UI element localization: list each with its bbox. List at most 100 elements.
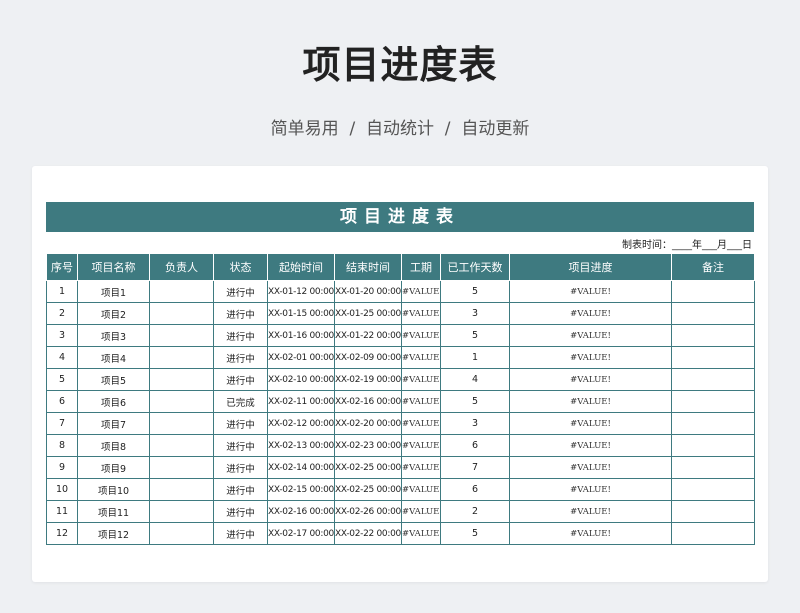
cell-status[interactable]: 进行中 xyxy=(213,280,268,303)
cell-no[interactable]: 9 xyxy=(46,456,78,479)
cell-owner[interactable] xyxy=(149,324,214,347)
cell-owner[interactable] xyxy=(149,456,214,479)
cell-worked-days[interactable]: 6 xyxy=(440,434,510,457)
cell-owner[interactable] xyxy=(149,390,214,413)
cell-worked-days[interactable]: 5 xyxy=(440,280,510,303)
cell-status[interactable]: 进行中 xyxy=(213,368,268,391)
cell-start-time[interactable]: XX-02-10 00:00 xyxy=(267,368,335,391)
cell-project-name[interactable]: 项目5 xyxy=(77,368,150,391)
cell-start-time[interactable]: XX-02-15 00:00 xyxy=(267,478,335,501)
cell-project-name[interactable]: 项目6 xyxy=(77,390,150,413)
cell-progress[interactable]: #VALUE! xyxy=(509,280,672,303)
cell-worked-days[interactable]: 3 xyxy=(440,412,510,435)
column-header-no[interactable]: 序号 xyxy=(46,253,78,281)
cell-project-name[interactable]: 项目1 xyxy=(77,280,150,303)
cell-project-name[interactable]: 项目8 xyxy=(77,434,150,457)
cell-duration[interactable]: #VALUE! xyxy=(401,412,441,435)
column-header-note[interactable]: 备注 xyxy=(671,253,755,281)
cell-owner[interactable] xyxy=(149,522,214,545)
cell-duration[interactable]: #VALUE! xyxy=(401,434,441,457)
cell-start-time[interactable]: XX-02-14 00:00 xyxy=(267,456,335,479)
cell-start-time[interactable]: XX-01-15 00:00 xyxy=(267,302,335,325)
cell-progress[interactable]: #VALUE! xyxy=(509,522,672,545)
cell-no[interactable]: 12 xyxy=(46,522,78,545)
cell-note[interactable] xyxy=(671,522,755,545)
cell-start-time[interactable]: XX-02-16 00:00 xyxy=(267,500,335,523)
cell-worked-days[interactable]: 5 xyxy=(440,390,510,413)
column-header-progress[interactable]: 项目进度 xyxy=(509,253,672,281)
cell-status[interactable]: 进行中 xyxy=(213,434,268,457)
cell-project-name[interactable]: 项目4 xyxy=(77,346,150,369)
cell-no[interactable]: 5 xyxy=(46,368,78,391)
cell-duration[interactable]: #VALUE! xyxy=(401,390,441,413)
cell-no[interactable]: 3 xyxy=(46,324,78,347)
cell-status[interactable]: 进行中 xyxy=(213,346,268,369)
cell-project-name[interactable]: 项目7 xyxy=(77,412,150,435)
cell-duration[interactable]: #VALUE! xyxy=(401,522,441,545)
cell-project-name[interactable]: 项目11 xyxy=(77,500,150,523)
column-header-status[interactable]: 状态 xyxy=(213,253,268,281)
cell-end-time[interactable]: XX-02-26 00:00 xyxy=(334,500,402,523)
cell-worked-days[interactable]: 4 xyxy=(440,368,510,391)
cell-start-time[interactable]: XX-01-12 00:00 xyxy=(267,280,335,303)
cell-progress[interactable]: #VALUE! xyxy=(509,434,672,457)
cell-end-time[interactable]: XX-02-16 00:00 xyxy=(334,390,402,413)
cell-end-time[interactable]: XX-02-23 00:00 xyxy=(334,434,402,457)
cell-owner[interactable] xyxy=(149,302,214,325)
cell-status[interactable]: 进行中 xyxy=(213,522,268,545)
cell-worked-days[interactable]: 2 xyxy=(440,500,510,523)
cell-note[interactable] xyxy=(671,478,755,501)
cell-duration[interactable]: #VALUE! xyxy=(401,346,441,369)
cell-progress[interactable]: #VALUE! xyxy=(509,500,672,523)
cell-start-time[interactable]: XX-02-12 00:00 xyxy=(267,412,335,435)
cell-progress[interactable]: #VALUE! xyxy=(509,368,672,391)
cell-owner[interactable] xyxy=(149,346,214,369)
cell-owner[interactable] xyxy=(149,280,214,303)
cell-end-time[interactable]: XX-02-25 00:00 xyxy=(334,478,402,501)
cell-worked-days[interactable]: 7 xyxy=(440,456,510,479)
cell-note[interactable] xyxy=(671,390,755,413)
cell-no[interactable]: 6 xyxy=(46,390,78,413)
cell-worked-days[interactable]: 5 xyxy=(440,522,510,545)
cell-project-name[interactable]: 项目2 xyxy=(77,302,150,325)
cell-no[interactable]: 10 xyxy=(46,478,78,501)
cell-start-time[interactable]: XX-02-11 00:00 xyxy=(267,390,335,413)
cell-end-time[interactable]: XX-02-19 00:00 xyxy=(334,368,402,391)
cell-start-time[interactable]: XX-01-16 00:00 xyxy=(267,324,335,347)
cell-end-time[interactable]: XX-02-20 00:00 xyxy=(334,412,402,435)
cell-no[interactable]: 7 xyxy=(46,412,78,435)
column-header-owner[interactable]: 负责人 xyxy=(149,253,214,281)
cell-worked-days[interactable]: 3 xyxy=(440,302,510,325)
cell-start-time[interactable]: XX-02-01 00:00 xyxy=(267,346,335,369)
cell-progress[interactable]: #VALUE! xyxy=(509,324,672,347)
cell-duration[interactable]: #VALUE! xyxy=(401,280,441,303)
cell-note[interactable] xyxy=(671,302,755,325)
cell-note[interactable] xyxy=(671,280,755,303)
cell-no[interactable]: 11 xyxy=(46,500,78,523)
cell-duration[interactable]: #VALUE! xyxy=(401,478,441,501)
cell-duration[interactable]: #VALUE! xyxy=(401,324,441,347)
column-header-name[interactable]: 项目名称 xyxy=(77,253,150,281)
cell-status[interactable]: 进行中 xyxy=(213,500,268,523)
cell-progress[interactable]: #VALUE! xyxy=(509,412,672,435)
cell-worked-days[interactable]: 5 xyxy=(440,324,510,347)
cell-note[interactable] xyxy=(671,324,755,347)
cell-status[interactable]: 进行中 xyxy=(213,412,268,435)
cell-end-time[interactable]: XX-01-25 00:00 xyxy=(334,302,402,325)
cell-worked-days[interactable]: 6 xyxy=(440,478,510,501)
cell-owner[interactable] xyxy=(149,412,214,435)
cell-note[interactable] xyxy=(671,434,755,457)
cell-owner[interactable] xyxy=(149,478,214,501)
column-header-end[interactable]: 结束时间 xyxy=(334,253,402,281)
cell-end-time[interactable]: XX-02-22 00:00 xyxy=(334,522,402,545)
cell-project-name[interactable]: 项目9 xyxy=(77,456,150,479)
cell-status[interactable]: 进行中 xyxy=(213,302,268,325)
cell-duration[interactable]: #VALUE! xyxy=(401,302,441,325)
cell-status[interactable]: 进行中 xyxy=(213,478,268,501)
cell-owner[interactable] xyxy=(149,500,214,523)
cell-progress[interactable]: #VALUE! xyxy=(509,390,672,413)
cell-no[interactable]: 8 xyxy=(46,434,78,457)
cell-note[interactable] xyxy=(671,346,755,369)
cell-duration[interactable]: #VALUE! xyxy=(401,368,441,391)
cell-note[interactable] xyxy=(671,412,755,435)
